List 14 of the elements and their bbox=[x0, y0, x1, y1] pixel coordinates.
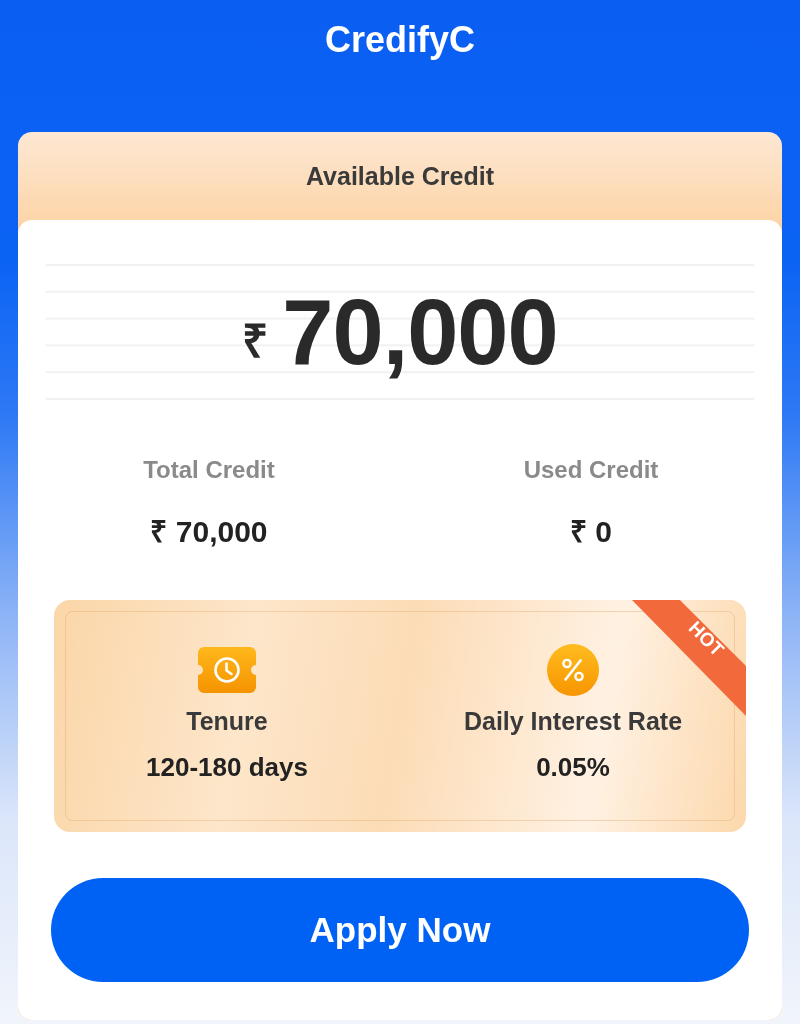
available-credit-label: Available Credit bbox=[306, 161, 494, 192]
currency-symbol: ₹ bbox=[242, 314, 269, 367]
offer-label: Tenure bbox=[186, 706, 268, 736]
stat-label: Used Credit bbox=[523, 455, 659, 485]
apply-now-button[interactable]: Apply Now bbox=[51, 878, 749, 982]
stat-value: ₹ 70,000 bbox=[150, 514, 268, 550]
percent-icon bbox=[547, 644, 599, 696]
offer-value: 0.05% bbox=[536, 751, 610, 783]
stat-value: ₹ 0 bbox=[570, 514, 612, 550]
app-title: CredifyC bbox=[325, 18, 475, 62]
available-amount: 70,000 bbox=[282, 281, 558, 382]
stat-label: Total Credit bbox=[143, 455, 275, 485]
clock-ticket-icon bbox=[198, 647, 256, 693]
offer-value: 120-180 days bbox=[146, 751, 308, 783]
